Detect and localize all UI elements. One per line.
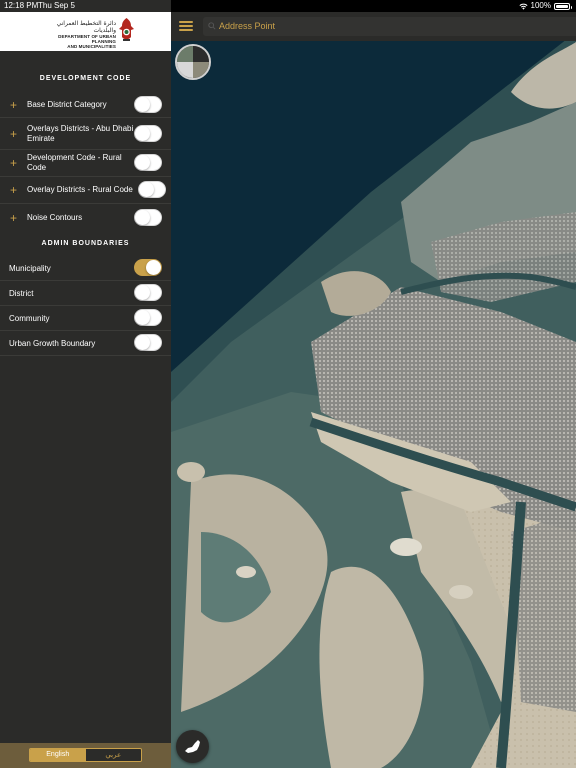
logo-english-line2: AND MUNICIPALITIES (67, 44, 116, 49)
logo-arabic-text: دائرة التخطيط العمراني والبلديات (56, 20, 116, 34)
layer-toggle[interactable] (134, 209, 162, 226)
layer-label: Base District Category (27, 100, 107, 109)
admin-row-community: Community (0, 306, 171, 331)
battery-percent: 100% (530, 1, 551, 10)
search-placeholder: Address Point (219, 21, 276, 31)
layer-toggle[interactable] (134, 96, 162, 113)
layer-label: Overlays Districts - Abu Dhabi Emirate (27, 124, 134, 143)
menu-icon[interactable] (179, 21, 193, 31)
admin-label: Urban Growth Boundary (9, 339, 96, 348)
status-bar: 12:18 PM Thu Sep 5 100% (0, 0, 576, 12)
falcon-emblem-icon (119, 18, 134, 41)
basemap-thumb-light (177, 62, 193, 78)
layer-toggle[interactable] (134, 154, 162, 171)
top-bar: Address Point (171, 12, 576, 41)
uae-map-button[interactable] (176, 730, 209, 763)
layer-toggle[interactable] (134, 125, 162, 142)
admin-label: District (9, 289, 34, 298)
admin-row-municipality: Municipality (0, 256, 171, 281)
plus-icon[interactable]: + (10, 99, 17, 111)
search-icon (208, 22, 216, 30)
plus-icon[interactable]: + (10, 157, 17, 169)
satellite-imagery (171, 12, 576, 768)
language-segmented-control: English عربي (29, 748, 142, 762)
layer-label: Noise Contours (27, 213, 83, 222)
basemap-thumb-dark (193, 46, 209, 62)
map-view[interactable] (171, 12, 576, 768)
layer-label: Overlay Districts - Rural Code (27, 185, 133, 194)
development-code-title: DEVELOPMENT CODE (39, 75, 132, 82)
admin-toggle[interactable] (134, 284, 162, 301)
arabic-language-button[interactable]: عربي (85, 749, 141, 761)
layer-row-overlays-abu-dhabi: + Overlays Districts - Abu Dhabi Emirate (0, 118, 171, 150)
battery-icon (554, 2, 572, 10)
status-time: 12:18 PM (4, 1, 39, 10)
layer-label: Development Code - Rural Code (27, 153, 122, 172)
dpm-logo: دائرة التخطيط العمراني والبلديات DEPARTM… (0, 12, 171, 51)
admin-label: Community (9, 314, 50, 323)
address-search-input[interactable]: Address Point (203, 17, 576, 36)
layer-row-overlay-rural: + Overlay Districts - Rural Code (0, 177, 171, 204)
basemap-thumb-imagery (177, 46, 193, 62)
admin-label: Municipality (9, 264, 51, 273)
admin-boundaries-title: ADMIN BOUNDARIES (41, 240, 130, 247)
basemap-thumb-street (193, 62, 209, 78)
layer-toggle[interactable] (138, 181, 166, 198)
admin-toggle[interactable] (134, 309, 162, 326)
status-date: Thu Sep 5 (38, 1, 75, 10)
layer-row-base-district: + Base District Category (0, 93, 171, 118)
english-language-button[interactable]: English (30, 749, 86, 761)
wifi-icon (519, 3, 528, 10)
layer-row-dev-code-rural: + Development Code - Rural Code (0, 150, 171, 177)
admin-row-urban-growth: Urban Growth Boundary (0, 331, 171, 356)
plus-icon[interactable]: + (10, 212, 17, 224)
admin-toggle[interactable] (134, 259, 162, 276)
language-bar: English عربي (0, 743, 171, 768)
plus-icon[interactable]: + (10, 128, 17, 140)
admin-row-district: District (0, 281, 171, 306)
basemap-switcher-button[interactable] (175, 44, 211, 80)
plus-icon[interactable]: + (10, 184, 17, 196)
admin-toggle[interactable] (134, 334, 162, 351)
uae-map-icon (185, 740, 200, 753)
layer-row-noise-contours: + Noise Contours (0, 204, 171, 231)
logo-english-line1: DEPARTMENT OF URBAN PLANNING (58, 34, 116, 44)
layers-sidebar: دائرة التخطيط العمراني والبلديات DEPARTM… (0, 0, 171, 768)
battery-fill (556, 4, 568, 8)
